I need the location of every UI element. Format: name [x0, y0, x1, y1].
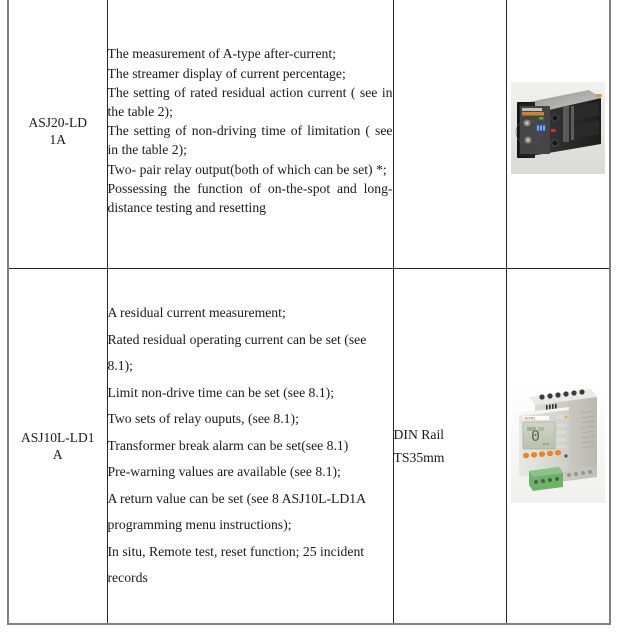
panel-mount-relay-photo: [510, 82, 605, 175]
svg-text:ACREL: ACREL: [524, 417, 535, 421]
panel-mount-relay-icon: [510, 82, 605, 175]
cell-model: ASJ10L-LD1 A: [7, 268, 108, 625]
product-spec-table: ASJ20-LD 1A The measurement of A-type af…: [7, 0, 611, 625]
function-item: The streamer display of current percenta…: [107, 65, 346, 81]
table-row: ASJ10L-LD1 A A residual current measurem…: [7, 268, 611, 625]
function-item: Two- pair relay output(both of which can…: [107, 161, 387, 177]
din-rail-relay-icon: ACREL 0 mA: [510, 383, 605, 504]
function-item: In situ, Remote test, reset function; 25…: [107, 543, 365, 586]
model-name-line: ASJ10L-LD1: [21, 429, 95, 445]
function-item: Possessing the function of on-the-spot a…: [107, 180, 393, 215]
function-item: The setting of rated residual action cur…: [107, 84, 393, 119]
table-row: ASJ20-LD 1A The measurement of A-type af…: [7, 0, 611, 269]
cell-mounting: [392, 0, 507, 269]
din-rail-relay-photo: ACREL 0 mA: [510, 383, 605, 504]
cell-functions: A residual current measurement; Rated re…: [106, 268, 394, 625]
function-item: Limit non-drive time can be set (see 8.1…: [107, 384, 335, 400]
cell-mounting: DIN Rail TS35mm: [392, 268, 507, 625]
cell-appearance: ACREL 0 mA: [505, 268, 611, 625]
function-item: The measurement of A-type after-current;: [107, 46, 337, 62]
cell-appearance: [505, 0, 611, 269]
function-item: Transformer break alarm can be set(see 8…: [107, 437, 349, 453]
cell-functions: The measurement of A-type after-current;…: [106, 0, 394, 269]
mounting-line: TS35mm: [393, 449, 445, 465]
function-list: A residual current measurement; Rated re…: [108, 300, 393, 592]
function-item: Pre-warning values are available (see 8.…: [107, 464, 341, 479]
svg-text:mA: mA: [543, 441, 549, 446]
model-name-line: 1A: [49, 131, 67, 147]
model-name-line: A: [52, 446, 63, 462]
function-item: Rated residual operating current can be …: [107, 331, 367, 374]
function-item: The setting of non-driving time of limit…: [107, 123, 393, 158]
model-name-line: ASJ20-LD: [28, 114, 87, 130]
function-item: Two sets of relay ouputs, (see 8.1);: [107, 411, 299, 426]
function-item: A return value can be set (see 8 ASJ10L-…: [107, 490, 366, 533]
mounting-line: DIN Rail: [393, 426, 445, 442]
cell-model: ASJ20-LD 1A: [7, 0, 108, 269]
document-page: ASJ20-LD 1A The measurement of A-type af…: [0, 0, 617, 634]
function-item: A residual current measurement;: [107, 305, 286, 320]
function-list: The measurement of A-type after-current;…: [108, 44, 393, 217]
